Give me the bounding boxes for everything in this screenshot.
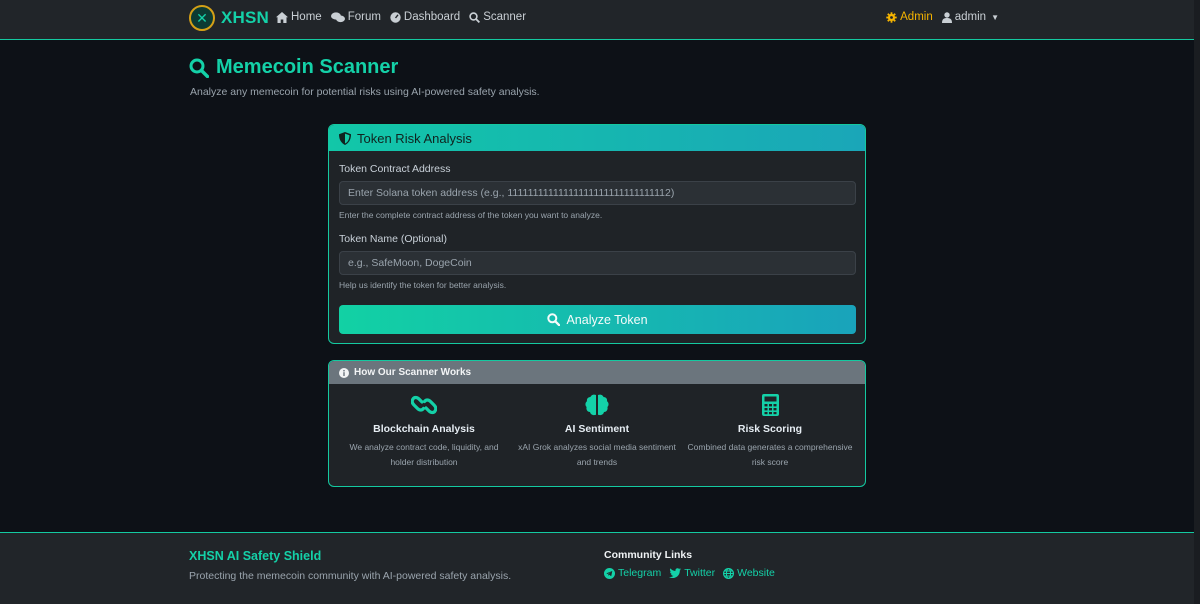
nav-right: Admin admin ▼ <box>886 11 999 23</box>
brand-name: XHSN <box>221 8 270 27</box>
website-link[interactable]: Website <box>723 567 775 579</box>
home-icon <box>276 11 288 23</box>
nav-home-label: Home <box>291 11 322 23</box>
nav-dashboard-label: Dashboard <box>403 11 461 23</box>
address-help: Enter the complete contract address of t… <box>339 210 603 220</box>
website-label: Website <box>737 567 775 579</box>
calculator-icon <box>761 394 779 416</box>
token-name-input[interactable] <box>339 251 856 275</box>
nav-forum[interactable]: Forum <box>330 11 381 23</box>
feature-blockchain: Blockchain Analysis We analyze contract … <box>339 393 509 470</box>
cog-icon <box>886 11 897 23</box>
user-name: admin <box>954 11 987 23</box>
how-it-works-title: How Our Scanner Works <box>354 367 472 378</box>
token-risk-card-title: Token Risk Analysis <box>357 130 472 146</box>
how-it-works-card: How Our Scanner Works Blockchain Analysi… <box>328 360 866 487</box>
comments-icon <box>330 11 345 22</box>
globe-icon <box>723 567 735 579</box>
token-name-help: Help us identify the token for better an… <box>339 280 507 290</box>
community-links-title: Community Links <box>604 549 693 561</box>
feature-ai-sentiment: AI Sentiment xAI Grok analyzes social me… <box>512 393 682 470</box>
feature-ai-sentiment-desc: xAI Grok analyzes social media sentiment… <box>518 442 676 467</box>
address-input[interactable] <box>339 181 856 205</box>
user-icon <box>941 11 952 23</box>
feature-ai-sentiment-title: AI Sentiment <box>564 423 630 435</box>
footer-brand: XHSN AI Safety Shield <box>189 549 322 563</box>
telegram-label: Telegram <box>618 567 662 579</box>
token-name-label: Token Name (Optional) <box>339 233 447 245</box>
nav-dashboard[interactable]: Dashboard <box>390 11 460 23</box>
footer: XHSN AI Safety Shield Protecting the mem… <box>0 532 1200 604</box>
telegram-icon <box>604 567 615 579</box>
telegram-link[interactable]: Telegram <box>604 567 661 579</box>
analyze-token-button[interactable]: Analyze Token <box>339 305 856 334</box>
gauge-icon <box>390 11 401 23</box>
how-it-works-header: How Our Scanner Works <box>329 361 865 384</box>
token-risk-card: Token Risk Analysis Token Contract Addre… <box>328 124 866 344</box>
top-navbar: ✕ XHSN Home Forum Dashboard Scanner Admi… <box>0 0 1200 40</box>
page-title: Memecoin Scanner <box>189 56 398 79</box>
page-subtitle: Analyze any memecoin for potential risks… <box>190 86 540 98</box>
brand-logo-icon: ✕ <box>189 5 215 31</box>
nav-home[interactable]: Home <box>276 11 322 23</box>
feature-risk-scoring-desc: Combined data generates a comprehensive … <box>687 442 853 467</box>
nav-admin-label: Admin <box>900 11 933 23</box>
chevron-down-icon: ▼ <box>991 12 999 22</box>
page-title-text: Memecoin Scanner <box>216 56 399 78</box>
community-links: Telegram Twitter Website <box>604 567 775 579</box>
page-scrollbar[interactable] <box>1194 0 1200 604</box>
feature-risk-scoring: Risk Scoring Combined data generates a c… <box>685 393 855 470</box>
shield-icon <box>339 131 351 145</box>
twitter-label: Twitter <box>684 567 716 579</box>
nav-scanner-label: Scanner <box>483 11 527 23</box>
brain-icon <box>585 394 609 416</box>
feature-blockchain-desc: We analyze contract code, liquidity, and… <box>349 442 499 467</box>
feature-blockchain-title: Blockchain Analysis <box>373 423 475 435</box>
nav-forum-label: Forum <box>347 11 381 23</box>
link-icon <box>411 395 437 415</box>
search-icon <box>189 58 209 78</box>
brand[interactable]: ✕ XHSN <box>189 5 269 31</box>
feature-risk-scoring-title: Risk Scoring <box>737 423 803 435</box>
address-label: Token Contract Address <box>339 163 451 175</box>
info-icon <box>339 367 349 378</box>
twitter-icon <box>669 568 682 578</box>
nav-links: Home Forum Dashboard Scanner <box>276 11 526 23</box>
nav-admin[interactable]: Admin <box>886 11 933 23</box>
nav-scanner[interactable]: Scanner <box>469 11 526 23</box>
token-risk-card-header: Token Risk Analysis <box>329 125 865 151</box>
search-icon <box>547 313 561 326</box>
analyze-token-label: Analyze Token <box>566 312 648 327</box>
footer-tagline: Protecting the memecoin community with A… <box>189 570 512 582</box>
twitter-link[interactable]: Twitter <box>669 567 715 579</box>
user-dropdown[interactable]: admin ▼ <box>941 11 999 23</box>
search-icon <box>469 11 481 23</box>
feature-list: Blockchain Analysis We analyze contract … <box>329 393 865 470</box>
